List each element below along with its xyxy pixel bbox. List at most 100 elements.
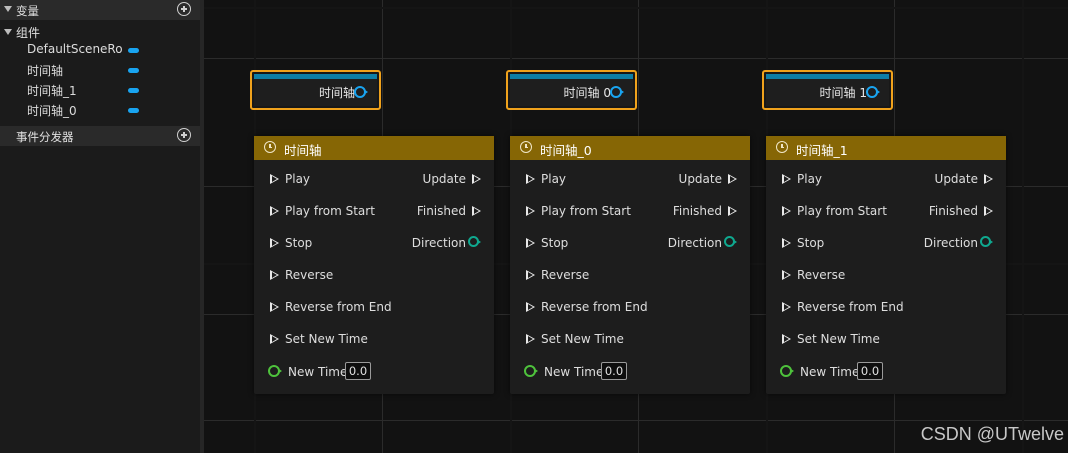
node-header[interactable]: 时间轴_1 xyxy=(766,136,1006,160)
component-item-timeline[interactable]: 时间轴 xyxy=(0,60,200,80)
output-pin-label: Update xyxy=(678,172,722,186)
node-title: 时间轴_0 xyxy=(540,143,592,158)
timeline-variable-node[interactable]: 时间轴 1 xyxy=(762,70,893,110)
input-pin-label: Play from Start xyxy=(285,204,375,218)
clock-icon xyxy=(264,141,276,153)
variable-label: 时间轴 0 xyxy=(563,86,611,100)
variable-label: 时间轴 xyxy=(318,86,355,100)
input-pin-label: Play xyxy=(541,172,567,186)
exec-output-pin-icon[interactable] xyxy=(728,174,737,184)
component-label: DefaultSceneRoot xyxy=(27,42,122,56)
exec-input-pin-icon[interactable] xyxy=(270,334,279,344)
new-time-row: New Time 0.0 xyxy=(510,362,750,384)
clock-icon xyxy=(520,141,532,153)
exec-input-pin-icon[interactable] xyxy=(270,206,279,216)
grid-line xyxy=(204,420,1068,421)
exec-input-pin-icon[interactable] xyxy=(270,270,279,280)
new-time-value-input[interactable]: 0.0 xyxy=(857,362,883,380)
input-exec-row: Play Update xyxy=(510,171,750,191)
exec-input-pin-icon[interactable] xyxy=(782,302,791,312)
exec-input-pin-icon[interactable] xyxy=(782,206,791,216)
object-type-pill-icon xyxy=(128,108,139,113)
collapse-arrow-icon[interactable] xyxy=(4,29,12,35)
input-exec-row: Play from Start Finished xyxy=(766,203,1006,223)
collapse-arrow-icon[interactable] xyxy=(4,6,12,12)
input-exec-row: Stop Direction xyxy=(254,235,494,255)
output-pin-label: Direction xyxy=(923,236,978,250)
exec-output-pin-icon[interactable] xyxy=(472,174,481,184)
component-item-timeline-0[interactable]: 时间轴_0 xyxy=(0,100,200,120)
output-pin-label: Direction xyxy=(667,236,722,250)
my-blueprint-panel: 变量 组件 DefaultSceneRoot 时间轴 时间轴_1 时间轴_0 事… xyxy=(0,0,200,453)
component-item-defaultsceneroot[interactable]: DefaultSceneRoot xyxy=(0,40,200,60)
exec-input-pin-icon[interactable] xyxy=(270,238,279,248)
output-pin-label: Finished xyxy=(672,204,722,218)
direction-output-pin-icon[interactable] xyxy=(468,236,481,247)
exec-output-pin-icon[interactable] xyxy=(984,206,993,216)
exec-input-pin-icon[interactable] xyxy=(270,174,279,184)
timeline-node[interactable]: 时间轴_1 Play Update Play from Start Finished St… xyxy=(766,136,1006,394)
add-variable-button[interactable] xyxy=(177,2,191,16)
direction-output-pin-icon[interactable] xyxy=(724,236,737,247)
object-output-pin-icon[interactable] xyxy=(354,86,368,98)
output-pin-label: Finished xyxy=(928,204,978,218)
exec-input-pin-icon[interactable] xyxy=(782,270,791,280)
input-pin-label: Stop xyxy=(285,236,313,250)
input-pin-label: Reverse from End xyxy=(541,300,648,314)
output-pin-label: Update xyxy=(934,172,978,186)
new-time-value-input[interactable]: 0.0 xyxy=(601,362,627,380)
exec-input-pin-icon[interactable] xyxy=(782,334,791,344)
input-pin-label: Set New Time xyxy=(285,332,368,346)
exec-input-pin-icon[interactable] xyxy=(526,206,535,216)
exec-input-pin-icon[interactable] xyxy=(782,174,791,184)
variables-section-header[interactable]: 变量 xyxy=(0,0,200,20)
object-output-pin-icon[interactable] xyxy=(866,86,880,98)
event-graph-canvas[interactable]: 时间轴 时间轴 0 时间轴 1 时间轴 Play Update Play from S… xyxy=(204,0,1068,453)
float-input-pin-icon[interactable] xyxy=(268,365,282,377)
exec-input-pin-icon[interactable] xyxy=(270,302,279,312)
input-exec-row: Play Update xyxy=(766,171,1006,191)
new-time-label: New Time xyxy=(288,365,348,379)
event-dispatchers-section-header[interactable]: 事件分发器 xyxy=(0,126,200,146)
object-type-pill-icon xyxy=(128,68,139,73)
object-type-pill-icon xyxy=(128,88,139,93)
object-type-pill-icon xyxy=(128,48,139,53)
component-label: 时间轴_1 xyxy=(27,84,77,98)
exec-input-pin-icon[interactable] xyxy=(526,270,535,280)
node-header[interactable]: 时间轴_0 xyxy=(510,136,750,160)
exec-input-pin-icon[interactable] xyxy=(782,238,791,248)
input-pin-label: Stop xyxy=(797,236,825,250)
input-exec-row: Set New Time xyxy=(766,331,1006,351)
output-pin-label: Direction xyxy=(411,236,466,250)
exec-input-pin-icon[interactable] xyxy=(526,238,535,248)
exec-output-pin-icon[interactable] xyxy=(472,206,481,216)
input-pin-label: Stop xyxy=(541,236,569,250)
variable-label: 时间轴 1 xyxy=(819,86,867,100)
input-exec-row: Reverse from End xyxy=(254,299,494,319)
timeline-node[interactable]: 时间轴 Play Update Play from Start Finished Stop… xyxy=(254,136,494,394)
add-event-dispatcher-button[interactable] xyxy=(177,128,191,142)
float-input-pin-icon[interactable] xyxy=(780,365,794,377)
new-time-label: New Time xyxy=(544,365,604,379)
timeline-variable-node[interactable]: 时间轴 0 xyxy=(506,70,637,110)
exec-input-pin-icon[interactable] xyxy=(526,174,535,184)
exec-input-pin-icon[interactable] xyxy=(526,334,535,344)
direction-output-pin-icon[interactable] xyxy=(980,236,993,247)
new-time-row: New Time 0.0 xyxy=(254,362,494,384)
components-category[interactable]: 组件 xyxy=(0,24,200,40)
input-exec-row: Reverse from End xyxy=(510,299,750,319)
component-item-timeline-1[interactable]: 时间轴_1 xyxy=(0,80,200,100)
input-pin-label: Play from Start xyxy=(797,204,887,218)
float-input-pin-icon[interactable] xyxy=(524,365,538,377)
grid-line xyxy=(204,58,1068,59)
exec-output-pin-icon[interactable] xyxy=(728,206,737,216)
timeline-node[interactable]: 时间轴_0 Play Update Play from Start Finished St… xyxy=(510,136,750,394)
new-time-value-input[interactable]: 0.0 xyxy=(345,362,371,380)
timeline-variable-node[interactable]: 时间轴 xyxy=(250,70,381,110)
exec-output-pin-icon[interactable] xyxy=(984,174,993,184)
object-output-pin-icon[interactable] xyxy=(610,86,624,98)
exec-input-pin-icon[interactable] xyxy=(526,302,535,312)
new-time-label: New Time xyxy=(800,365,860,379)
node-header[interactable]: 时间轴 xyxy=(254,136,494,160)
input-exec-row: Set New Time xyxy=(510,331,750,351)
